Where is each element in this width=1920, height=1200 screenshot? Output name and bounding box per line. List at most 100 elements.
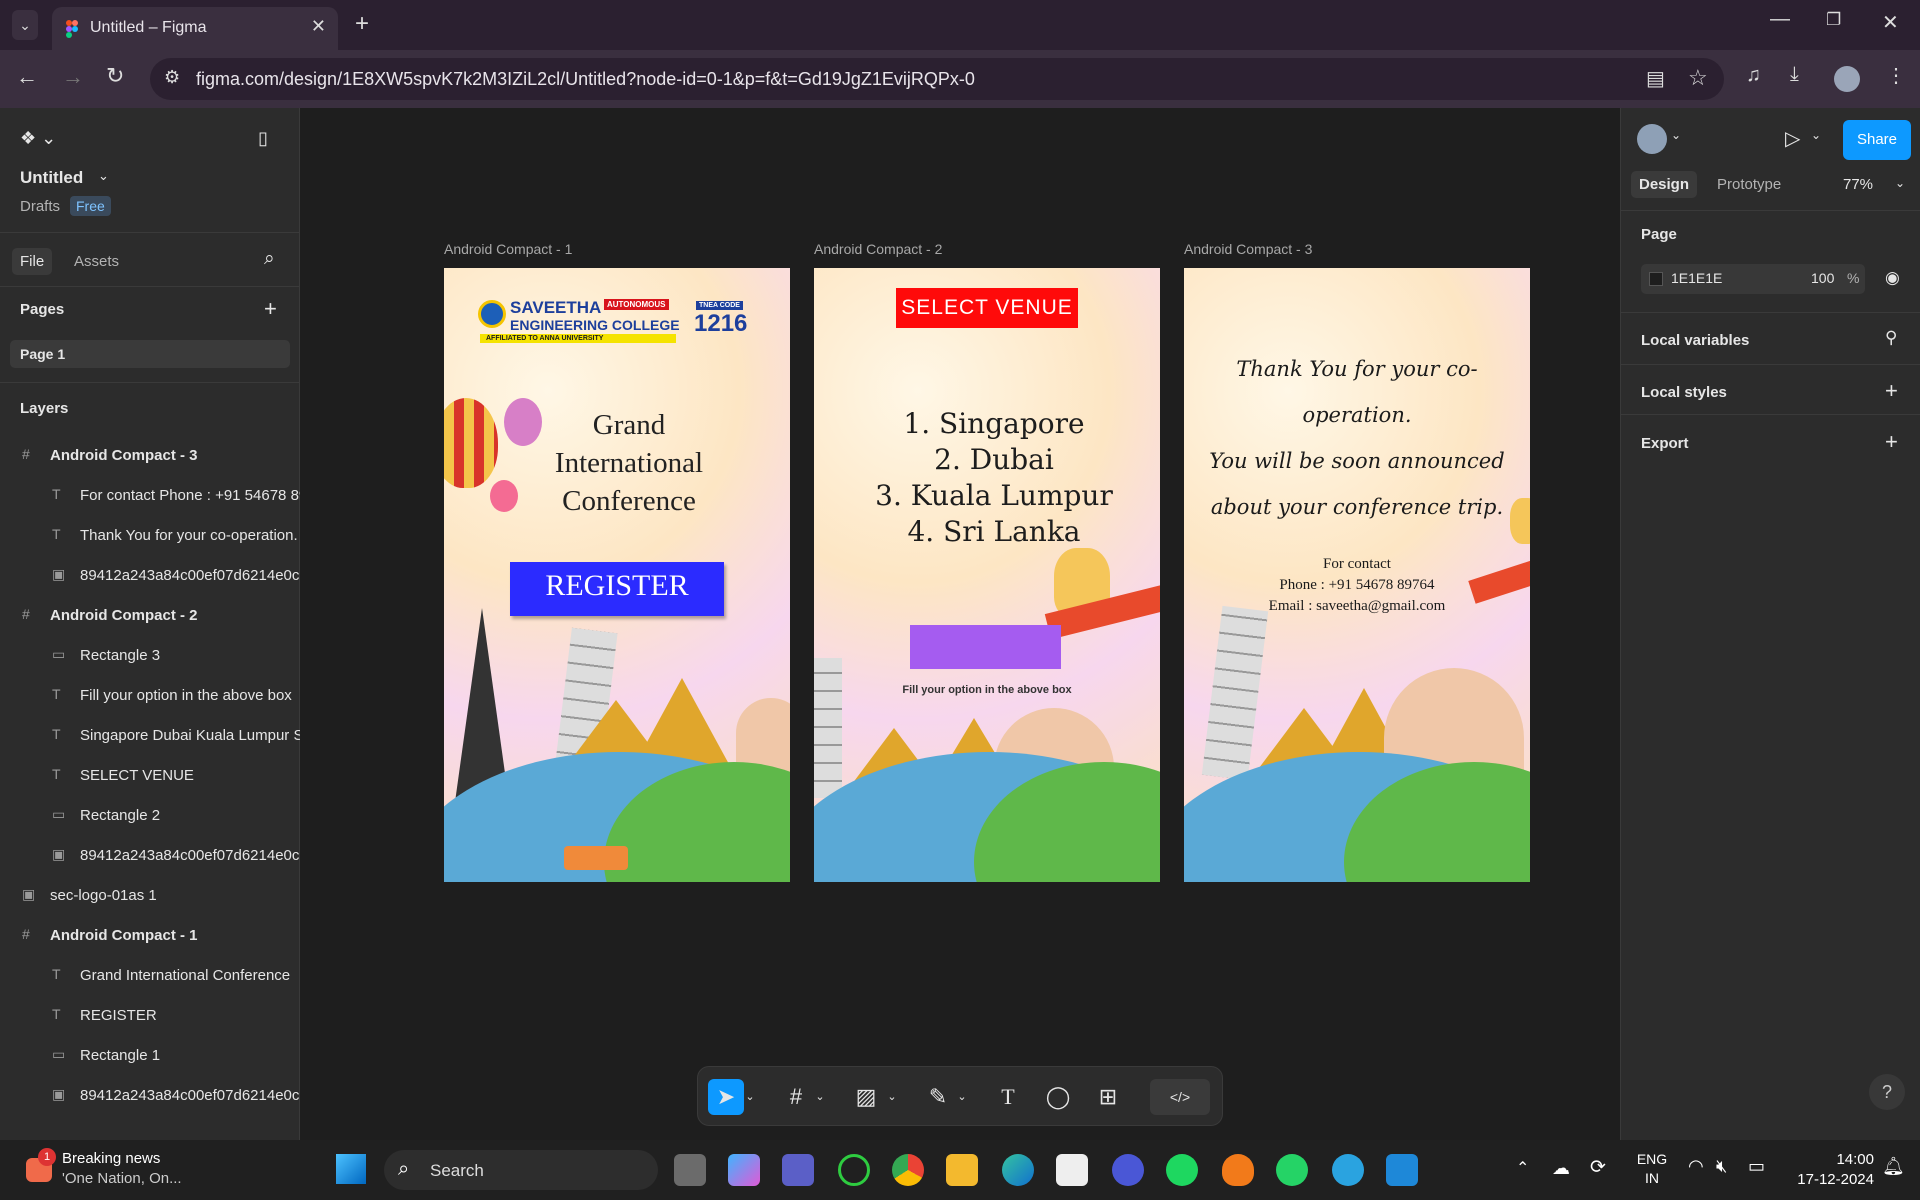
- frame-label[interactable]: Android Compact - 1: [444, 241, 572, 257]
- frame-label[interactable]: Android Compact - 3: [1184, 241, 1312, 257]
- media-controls-icon[interactable]: ♫: [1746, 64, 1761, 87]
- clock[interactable]: 14:00 17-12-2024: [1782, 1150, 1874, 1190]
- news-subtitle[interactable]: 'One Nation, On...: [62, 1170, 182, 1187]
- layer-item[interactable]: T Grand International Conference: [0, 956, 300, 996]
- downloads-icon[interactable]: ⤓: [1790, 63, 1799, 86]
- page-color-field[interactable]: 1E1E1E 100 %: [1641, 264, 1865, 294]
- comment-tool-icon[interactable]: ◯: [1040, 1079, 1076, 1115]
- forward-icon[interactable]: →: [62, 64, 84, 90]
- start-windows-icon[interactable]: [336, 1154, 366, 1184]
- browser-tab[interactable]: Untitled – Figma ✕: [52, 7, 338, 50]
- store-icon[interactable]: [1056, 1154, 1088, 1186]
- copilot-icon[interactable]: [728, 1154, 760, 1186]
- site-info-icon[interactable]: ⚙: [164, 67, 180, 88]
- file-explorer-icon[interactable]: [946, 1154, 978, 1186]
- export-label[interactable]: Export: [1641, 435, 1689, 452]
- tab-file[interactable]: File: [12, 248, 53, 275]
- add-page-icon[interactable]: +: [264, 296, 277, 322]
- tab-close-icon[interactable]: ✕: [311, 16, 326, 37]
- tab-prototype[interactable]: Prototype: [1717, 176, 1781, 193]
- layer-item[interactable]: T Singapore Dubai Kuala Lumpur Sri Lanka: [0, 716, 300, 756]
- user-avatar[interactable]: [1637, 124, 1667, 154]
- layer-item[interactable]: ▭ Rectangle 1: [0, 1036, 300, 1076]
- text-tool-icon[interactable]: T: [990, 1079, 1026, 1115]
- actions-tool-icon[interactable]: ⊞: [1090, 1079, 1126, 1115]
- image-tool-icon[interactable]: ▨: [848, 1079, 884, 1115]
- chrome-icon[interactable]: [892, 1154, 924, 1186]
- variables-icon[interactable]: ⚲: [1885, 328, 1897, 348]
- battery-icon[interactable]: ▭: [1748, 1156, 1765, 1177]
- pen-tool-chevron-icon[interactable]: ⌄: [954, 1079, 970, 1115]
- page-opacity[interactable]: 100: [1811, 270, 1834, 286]
- vscode-icon[interactable]: [1386, 1154, 1418, 1186]
- add-style-icon[interactable]: +: [1885, 378, 1898, 404]
- no-clipboard-icon[interactable]: ▤: [1646, 66, 1665, 91]
- drafts-label[interactable]: Drafts: [20, 198, 60, 215]
- layer-item[interactable]: T For contact Phone : +91 54678 89764: [0, 476, 300, 516]
- help-icon[interactable]: ?: [1869, 1074, 1905, 1110]
- show-hidden-icons-icon[interactable]: ⌃: [1516, 1158, 1529, 1178]
- page-color-hex[interactable]: 1E1E1E: [1671, 270, 1722, 286]
- pen-tool-icon[interactable]: ✎: [920, 1079, 956, 1115]
- layer-item[interactable]: T Fill your option in the above box: [0, 676, 300, 716]
- layer-item[interactable]: ▣ 89412a243a84c00ef07d6214e0c: [0, 836, 300, 876]
- figma-menu-icon[interactable]: ❖ ⌄: [20, 128, 56, 149]
- layer-item[interactable]: ▭ Rectangle 3: [0, 636, 300, 676]
- sync-icon[interactable]: ⟳: [1590, 1156, 1606, 1179]
- edge-icon[interactable]: [1002, 1154, 1034, 1186]
- new-tab-icon[interactable]: +: [355, 10, 369, 38]
- page-item-page-1[interactable]: Page 1: [10, 340, 290, 368]
- tab-search-chevron-icon[interactable]: ⌄: [12, 10, 38, 40]
- local-styles-label[interactable]: Local styles: [1641, 384, 1727, 401]
- move-tool-chevron-icon[interactable]: ⌄: [742, 1079, 758, 1115]
- tab-design[interactable]: Design: [1631, 171, 1698, 198]
- file-name[interactable]: Untitled: [20, 168, 83, 188]
- layer-item[interactable]: # Android Compact - 1: [0, 916, 300, 956]
- frame-label[interactable]: Android Compact - 2: [814, 241, 942, 257]
- visibility-eye-icon[interactable]: ◉: [1885, 268, 1900, 288]
- add-export-icon[interactable]: +: [1885, 429, 1898, 455]
- frame-android-compact-3[interactable]: Thank You for your co- operation. You wi…: [1184, 268, 1530, 882]
- search-icon[interactable]: ⌕: [264, 248, 275, 270]
- back-icon[interactable]: ←: [16, 64, 38, 90]
- image-tool-chevron-icon[interactable]: ⌄: [884, 1079, 900, 1115]
- frame-tool-chevron-icon[interactable]: ⌄: [812, 1079, 828, 1115]
- share-button[interactable]: Share: [1843, 120, 1911, 160]
- app-a-icon[interactable]: [1112, 1154, 1144, 1186]
- url-text[interactable]: figma.com/design/1E8XW5spvK7k2M3IZiL2cl/…: [196, 69, 975, 90]
- tab-assets[interactable]: Assets: [74, 253, 119, 270]
- telegram-icon[interactable]: [1332, 1154, 1364, 1186]
- frame-tool-icon[interactable]: #: [778, 1079, 814, 1115]
- move-tool-icon[interactable]: ➤: [708, 1079, 744, 1115]
- toggle-sidebar-icon[interactable]: ▯: [258, 128, 268, 149]
- language-indicator[interactable]: ENG IN: [1634, 1150, 1670, 1188]
- layer-item[interactable]: # Android Compact - 2: [0, 596, 300, 636]
- file-menu-chevron-icon[interactable]: ⌄: [98, 168, 109, 184]
- layer-item[interactable]: ▣ 89412a243a84c00ef07d6214e0c: [0, 1076, 300, 1116]
- frame-android-compact-2[interactable]: SELECT VENUE 1. Singapore 2. Dubai 3. Ku…: [814, 268, 1160, 882]
- layer-item[interactable]: # Android Compact - 3: [0, 436, 300, 476]
- profile-avatar[interactable]: [1834, 66, 1860, 92]
- whatsapp-icon[interactable]: [1276, 1154, 1308, 1186]
- layer-item[interactable]: T Thank You for your co-operation.: [0, 516, 300, 556]
- zoom-level[interactable]: 77%: [1843, 176, 1873, 193]
- avatar-chevron-icon[interactable]: ⌄: [1671, 128, 1681, 142]
- option-input-box[interactable]: [910, 625, 1061, 669]
- layer-item[interactable]: ▣ sec-logo-01as 1: [0, 876, 300, 916]
- fl-studio-icon[interactable]: [1222, 1154, 1254, 1186]
- present-play-icon[interactable]: ▷: [1785, 126, 1800, 151]
- color-swatch[interactable]: [1649, 272, 1663, 286]
- design-canvas[interactable]: Android Compact - 1 SAVEETHA AUTONOMOUS …: [300, 108, 1620, 1140]
- window-close-icon[interactable]: ✕: [1882, 10, 1899, 35]
- volume-muted-icon[interactable]: 🔇︎: [1716, 1156, 1727, 1177]
- layer-item[interactable]: T REGISTER: [0, 996, 300, 1036]
- onedrive-icon[interactable]: ☁: [1552, 1158, 1570, 1179]
- news-title[interactable]: Breaking news: [62, 1150, 160, 1167]
- spotify-icon[interactable]: [1166, 1154, 1198, 1186]
- register-button[interactable]: REGISTER: [510, 562, 724, 616]
- zoom-chevron-icon[interactable]: ⌄: [1895, 176, 1905, 190]
- reload-icon[interactable]: ↻: [106, 63, 124, 89]
- task-view-icon[interactable]: [674, 1154, 706, 1186]
- taskbar-search[interactable]: ⌕ Search: [384, 1150, 658, 1190]
- layer-item[interactable]: ▣ 89412a243a84c00ef07d6214e0c: [0, 556, 300, 596]
